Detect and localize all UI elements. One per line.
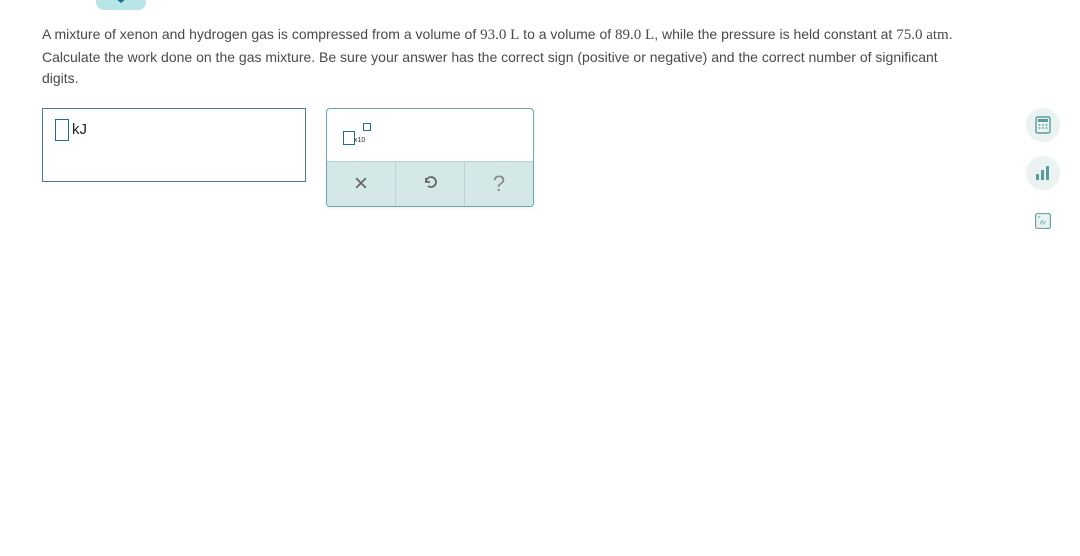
- close-icon: [354, 173, 368, 196]
- toolbox: x10 ?: [326, 108, 534, 207]
- scientific-notation-button[interactable]: x10: [341, 123, 375, 149]
- answer-unit: kJ: [72, 119, 87, 141]
- answer-input-placeholder[interactable]: [55, 119, 69, 141]
- chevron-down-icon: [112, 0, 130, 5]
- q-vol1: 93.0 L: [480, 27, 519, 43]
- svg-text:Ar: Ar: [1040, 219, 1047, 226]
- exponent-box-icon: [363, 123, 371, 131]
- undo-icon: [422, 173, 438, 196]
- q-mid1: to a volume of: [519, 26, 615, 42]
- clear-button[interactable]: [327, 162, 396, 206]
- x10-label: x10: [354, 137, 365, 144]
- q-pressure: 75.0 atm: [896, 27, 949, 43]
- help-icon: ?: [493, 171, 505, 197]
- side-tools: Ar: [1026, 108, 1060, 238]
- q-mid2: , while the pressure is held constant at: [654, 26, 896, 42]
- periodic-table-icon: Ar: [1034, 212, 1052, 230]
- question-text: A mixture of xenon and hydrogen gas is c…: [42, 24, 972, 89]
- calculator-icon: [1034, 116, 1052, 134]
- expand-badge[interactable]: [96, 0, 146, 10]
- bar-chart-icon: [1034, 164, 1052, 182]
- reset-button[interactable]: [396, 162, 465, 206]
- chart-button[interactable]: [1026, 156, 1060, 190]
- calculator-button[interactable]: [1026, 108, 1060, 142]
- q-pre1: A mixture of xenon and hydrogen gas is c…: [42, 26, 480, 42]
- periodic-table-button[interactable]: Ar: [1026, 204, 1060, 238]
- help-button[interactable]: ?: [465, 162, 533, 206]
- q-vol2: 89.0 L: [615, 27, 654, 43]
- answer-box[interactable]: kJ: [42, 108, 306, 182]
